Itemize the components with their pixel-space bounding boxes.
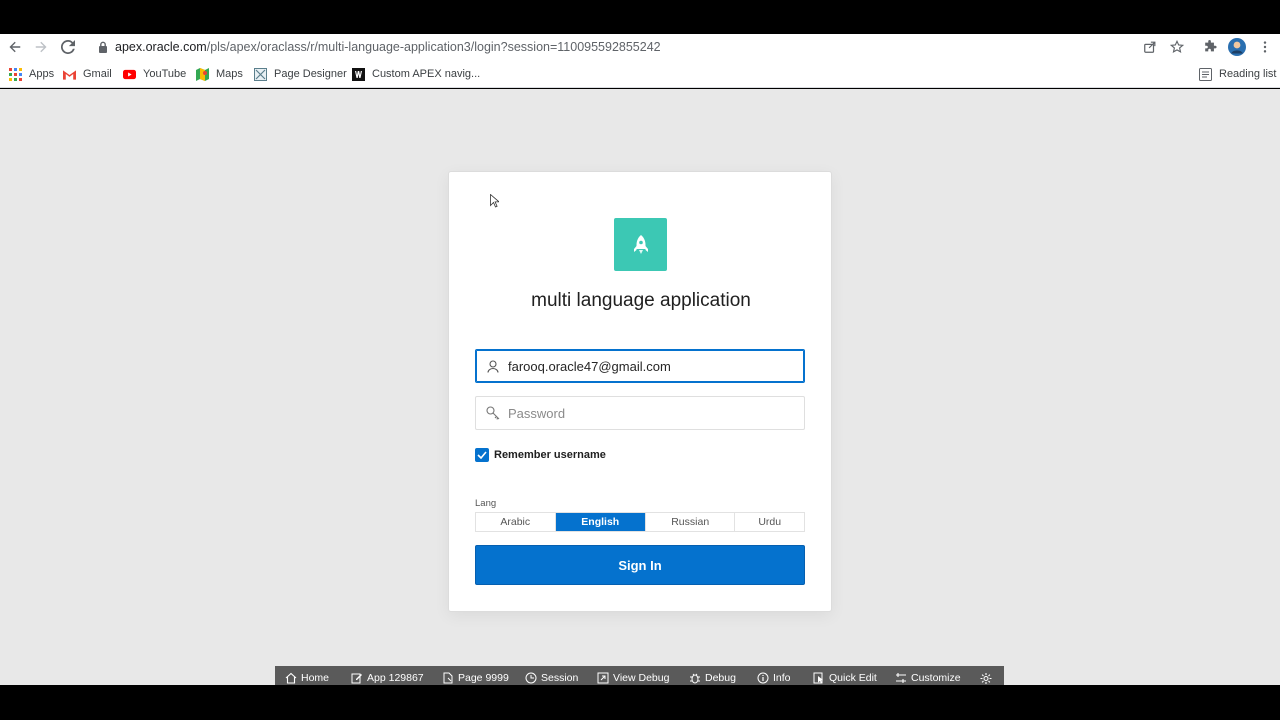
page-designer-icon: [254, 67, 267, 81]
quick-edit-icon: [813, 672, 825, 684]
more-vertical-icon: [1263, 41, 1267, 53]
dev-home[interactable]: Home: [285, 671, 329, 685]
rocket-icon: [633, 234, 648, 254]
arrow-left-icon: [9, 41, 21, 53]
dev-customize[interactable]: Customize: [895, 671, 961, 685]
bookmark-youtube[interactable]: YouTube: [123, 66, 186, 82]
remember-username[interactable]: Remember username: [475, 448, 606, 462]
dev-settings[interactable]: [980, 671, 996, 685]
reading-list-button[interactable]: Reading list: [1199, 66, 1276, 82]
bookmark-page-designer[interactable]: Page Designer: [254, 66, 347, 82]
bookmark-gmail[interactable]: Gmail: [63, 66, 112, 82]
bookmark-label: Maps: [216, 68, 243, 80]
lang-label: Lang: [475, 498, 497, 509]
dev-label: Quick Edit: [829, 672, 877, 684]
remember-label: Remember username: [494, 449, 606, 461]
language-selector: Arabic English Russian Urdu: [475, 512, 805, 532]
dev-label: Session: [541, 672, 579, 684]
reload-icon: [61, 40, 75, 54]
app-title: multi language application: [531, 290, 751, 311]
avatar-icon: [1228, 38, 1246, 56]
lang-option-russian[interactable]: Russian: [646, 513, 736, 531]
browser-menu-button[interactable]: [1256, 38, 1274, 56]
star-icon: [1170, 40, 1184, 54]
dev-app[interactable]: App 129867: [351, 671, 424, 685]
dev-view-debug[interactable]: View Debug: [597, 671, 669, 685]
bookmark-label: YouTube: [143, 68, 187, 80]
lang-option-english[interactable]: English: [555, 513, 646, 531]
bookmark-apps[interactable]: Apps: [9, 66, 54, 82]
bookmark-label: Gmail: [83, 68, 112, 80]
dev-info[interactable]: Info: [757, 671, 791, 685]
page-icon: [442, 672, 454, 684]
remember-checkbox[interactable]: [475, 448, 489, 462]
extensions-button[interactable]: [1201, 38, 1219, 56]
lang-option-urdu[interactable]: Urdu: [735, 513, 804, 531]
info-icon: [757, 672, 769, 684]
dev-page[interactable]: Page 9999: [442, 671, 509, 685]
password-field[interactable]: Password: [475, 396, 805, 430]
edit-icon: [351, 672, 363, 684]
url-path: /pls/apex/oraclass/r/multi-language-appl…: [206, 40, 661, 54]
session-icon: [525, 672, 537, 684]
reading-list-icon: [1199, 67, 1212, 81]
dev-label: Page 9999: [458, 672, 509, 684]
dev-label: Home: [301, 672, 330, 684]
profile-avatar[interactable]: [1228, 38, 1246, 56]
home-icon: [285, 672, 297, 684]
share-button[interactable]: [1141, 38, 1159, 56]
mouse-cursor-icon: [490, 194, 499, 208]
bookmark-site-icon: [352, 67, 365, 81]
dev-label: Customize: [911, 672, 961, 684]
customize-icon: [895, 672, 907, 684]
dev-session[interactable]: Session: [525, 671, 578, 685]
dev-label: View Debug: [613, 672, 670, 684]
forward-button[interactable]: [31, 38, 51, 56]
login-card: multi language application farooq.oracle…: [448, 171, 832, 612]
reload-button[interactable]: [58, 38, 78, 56]
page-content: multi language application farooq.oracle…: [0, 89, 1280, 685]
lang-option-arabic[interactable]: Arabic: [476, 513, 556, 531]
username-field[interactable]: farooq.oracle47@gmail.com: [475, 349, 805, 383]
debug-icon: [689, 672, 701, 684]
bookmark-custom-apex[interactable]: Custom APEX navig...: [352, 66, 480, 82]
arrow-right-icon: [35, 41, 47, 53]
key-icon: [486, 406, 500, 420]
bookmark-label: Page Designer: [274, 68, 347, 80]
gear-icon: [980, 672, 992, 684]
back-button[interactable]: [5, 38, 25, 56]
user-icon: [486, 359, 500, 373]
bookmark-maps[interactable]: Maps: [196, 66, 243, 82]
developer-toolbar: Home App 129867 Page 9999 Session View D…: [275, 666, 1004, 685]
maps-icon: [196, 67, 209, 81]
dev-debug[interactable]: Debug: [689, 671, 736, 685]
apps-grid-icon: [9, 67, 22, 81]
share-icon: [1144, 41, 1156, 53]
lock-icon: [99, 41, 107, 53]
checkmark-icon: [477, 451, 487, 459]
dev-label: Info: [773, 672, 791, 684]
dev-label: Debug: [705, 672, 736, 684]
sign-in-button[interactable]: Sign In: [475, 545, 805, 585]
reading-list-label: Reading list: [1219, 68, 1277, 80]
puzzle-icon: [1205, 40, 1217, 52]
app-logo: [614, 218, 667, 271]
browser-toolbar: apex.oracle.com/pls/apex/oraclass/r/mult…: [0, 34, 1280, 60]
dev-label: App 129867: [367, 672, 424, 684]
password-placeholder: Password: [508, 405, 566, 421]
youtube-icon: [123, 69, 136, 79]
browser-window: apex.oracle.com/pls/apex/oraclass/r/mult…: [0, 0, 1280, 720]
bookmark-label: Apps: [29, 68, 55, 80]
bookmarks-bar: Apps Gmail YouTube Maps Page Designer Cu…: [0, 60, 1280, 88]
address-bar[interactable]: apex.oracle.com/pls/apex/oraclass/r/mult…: [98, 38, 661, 56]
bookmark-star-button[interactable]: [1168, 38, 1186, 56]
bookmark-label: Custom APEX navig...: [372, 68, 481, 80]
gmail-icon: [63, 69, 76, 80]
username-value: farooq.oracle47@gmail.com: [508, 358, 671, 374]
url-host: apex.oracle.com: [115, 40, 207, 54]
dev-quick-edit[interactable]: Quick Edit: [813, 671, 877, 685]
view-debug-icon: [597, 672, 609, 684]
